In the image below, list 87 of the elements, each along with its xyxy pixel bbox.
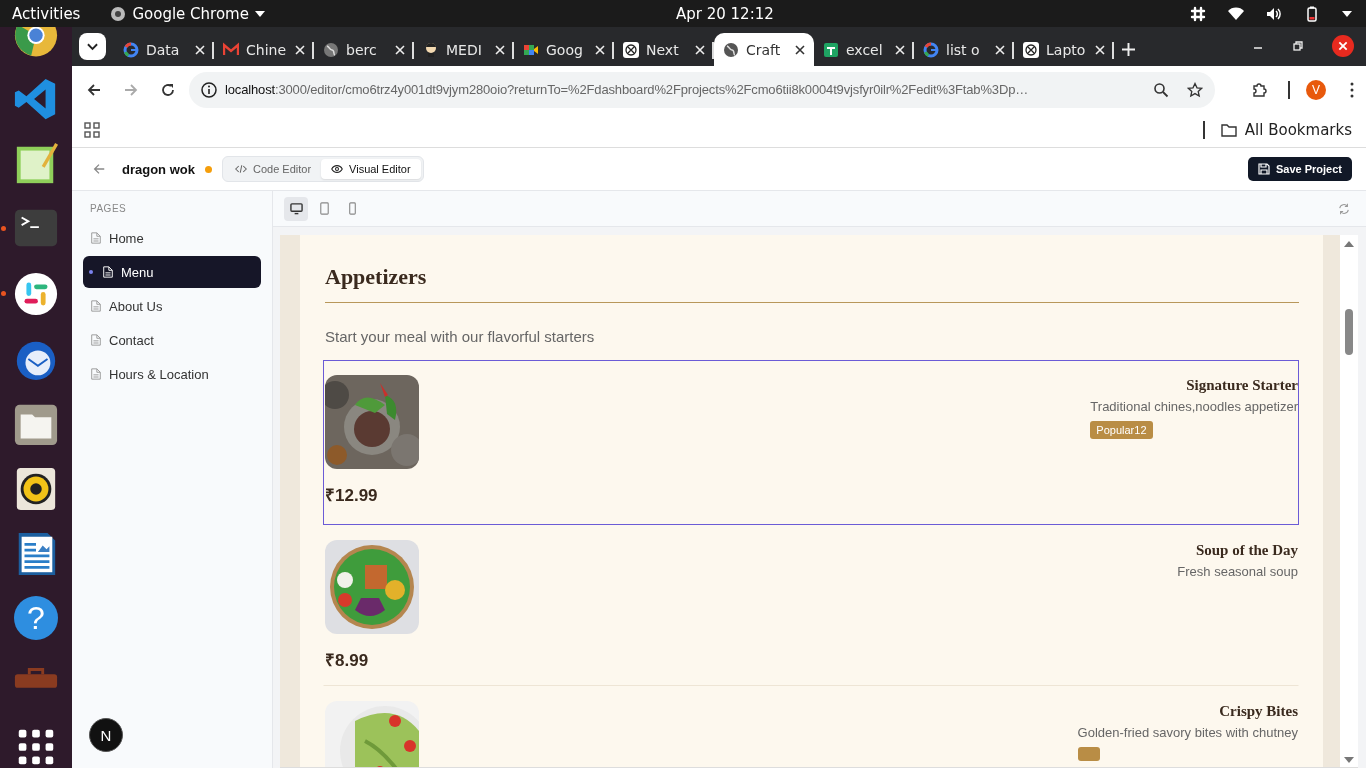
folder-icon bbox=[1220, 122, 1237, 138]
document-icon bbox=[90, 300, 102, 312]
eye-icon bbox=[331, 163, 344, 175]
page-item[interactable]: About Us bbox=[83, 290, 261, 322]
refresh-icon[interactable] bbox=[1338, 202, 1350, 215]
reload-icon[interactable] bbox=[160, 81, 176, 98]
back-icon[interactable] bbox=[86, 81, 102, 98]
slack-icon[interactable] bbox=[13, 271, 59, 317]
browser-tab[interactable]: berc bbox=[314, 33, 414, 66]
scroll-up-icon[interactable] bbox=[1344, 241, 1354, 247]
globe-icon bbox=[723, 41, 739, 58]
zoom-icon[interactable] bbox=[1153, 81, 1169, 98]
new-tab-icon[interactable] bbox=[1122, 43, 1135, 56]
app-menu[interactable]: Google Chrome bbox=[132, 4, 249, 23]
page-item[interactable]: Home bbox=[83, 222, 261, 254]
editor-mode-tab[interactable]: Visual Editor bbox=[321, 159, 421, 179]
browser-icon bbox=[110, 5, 127, 22]
save-project-button[interactable]: Save Project bbox=[1247, 157, 1352, 181]
person-icon bbox=[423, 41, 439, 58]
page-item[interactable]: Hours & Location bbox=[83, 358, 261, 390]
item-description: Fresh seasonal soup bbox=[1177, 564, 1298, 579]
browser-tab[interactable]: Data bbox=[114, 33, 214, 66]
scroll-down-icon[interactable] bbox=[1344, 757, 1354, 763]
address-bar[interactable]: localhost:3000/editor/cmo6trz4y001dt9vjym280oio?returnTo=%2Fdashboard%2Fprojects%2Fcmo6tii8k0004t9vjsfyr0ilr%2Fedit%3Ftab%3Dp… bbox=[189, 71, 1215, 108]
browser-icon[interactable] bbox=[13, 27, 59, 57]
star-icon[interactable] bbox=[1187, 81, 1203, 98]
restore-icon[interactable] bbox=[1292, 40, 1304, 52]
wifi-icon[interactable] bbox=[1228, 5, 1244, 22]
desktop-icon bbox=[289, 202, 303, 215]
activities-button[interactable]: Activities bbox=[12, 4, 81, 23]
document-icon bbox=[90, 232, 102, 244]
browser-tab[interactable]: Chine bbox=[214, 33, 314, 66]
item-tag: Popular12 bbox=[1090, 421, 1153, 439]
menu-icon[interactable] bbox=[1350, 81, 1354, 98]
google-icon bbox=[123, 41, 139, 58]
document-icon bbox=[90, 334, 102, 346]
browser-tab[interactable]: excel bbox=[814, 33, 914, 66]
section-title: Appetizers bbox=[325, 265, 428, 289]
browser-tab[interactable]: Lapto bbox=[1014, 33, 1114, 66]
battery-icon[interactable] bbox=[1304, 5, 1320, 22]
item-name: Soup of the Day bbox=[1195, 542, 1298, 559]
info-icon[interactable] bbox=[201, 81, 217, 98]
browser-tab[interactable]: Craft bbox=[714, 33, 814, 66]
spreadsheet-icon bbox=[823, 41, 839, 58]
profile-avatar[interactable]: V bbox=[1306, 79, 1326, 100]
item-description: Traditional chines,noodles appetizer bbox=[1090, 399, 1298, 414]
project-name: dragon wok bbox=[122, 161, 195, 177]
browser-tab[interactable]: MEDI bbox=[414, 33, 514, 66]
scrollbar[interactable] bbox=[1340, 235, 1358, 767]
page-item[interactable]: Menu bbox=[83, 256, 261, 288]
desktop-view-button[interactable] bbox=[284, 196, 308, 221]
menu-item-card[interactable]: Crispy Bites Golden-fried savory bites with chutney bbox=[323, 686, 1299, 767]
document-icon bbox=[90, 368, 102, 380]
editor-mode-tab[interactable]: Code Editor bbox=[224, 159, 322, 179]
volume-icon[interactable] bbox=[1266, 5, 1282, 22]
item-price: ₹8.99 bbox=[325, 651, 370, 671]
extension-icon[interactable] bbox=[1251, 81, 1267, 98]
google-icon bbox=[923, 41, 939, 58]
apps-icon[interactable] bbox=[84, 122, 100, 138]
close-window-icon[interactable] bbox=[1332, 35, 1354, 57]
menu-item-card[interactable]: ₹12.99 Signature Starter Traditional chines,noodles appetizer Popular12 bbox=[323, 360, 1299, 525]
tab-search-button[interactable] bbox=[79, 33, 106, 60]
tablet-icon bbox=[317, 202, 331, 215]
hash-icon[interactable] bbox=[1190, 5, 1206, 22]
menu-item-card[interactable]: ₹8.99 Soup of the Day Fresh seasonal soup bbox=[323, 525, 1299, 686]
section-subtitle: Start your meal with our flavorful starters bbox=[325, 328, 596, 346]
save-icon bbox=[1257, 163, 1270, 175]
browser-tab[interactable]: list o bbox=[914, 33, 1014, 66]
section-heading: PAGES bbox=[90, 203, 128, 214]
mail-icon bbox=[223, 41, 239, 58]
browser-tab[interactable]: Goog bbox=[514, 33, 614, 66]
item-name: Signature Starter bbox=[1186, 377, 1298, 394]
caret-icon bbox=[254, 10, 265, 17]
close-icon[interactable] bbox=[795, 44, 805, 55]
code-icon bbox=[234, 163, 247, 175]
item-description: Golden-fried savory bites with chutney bbox=[1077, 725, 1298, 740]
item-price: ₹12.99 bbox=[325, 486, 379, 506]
caret-icon bbox=[87, 42, 98, 51]
globe-icon bbox=[323, 41, 339, 58]
scrollbar-thumb[interactable] bbox=[1345, 309, 1353, 355]
browser-tab[interactable]: Next bbox=[614, 33, 714, 66]
caret-icon[interactable] bbox=[1342, 10, 1352, 17]
document-icon bbox=[102, 266, 114, 278]
item-name: Crispy Bites bbox=[1219, 703, 1298, 720]
all-bookmarks-button[interactable]: All Bookmarks bbox=[1220, 121, 1352, 139]
page-item[interactable]: Contact bbox=[83, 324, 261, 356]
clock[interactable]: Apr 20 12:12 bbox=[676, 4, 774, 23]
